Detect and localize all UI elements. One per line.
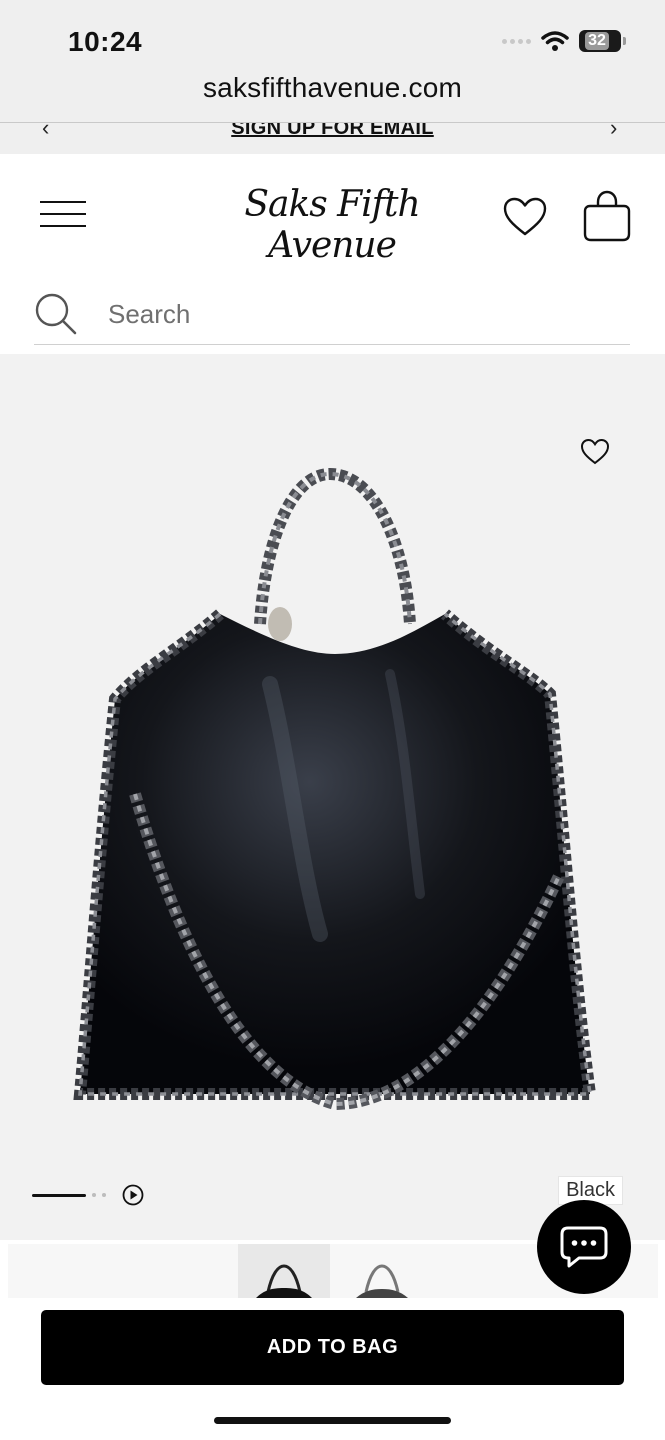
thumbnail-side[interactable]: [336, 1244, 428, 1298]
product-image-gallery[interactable]: Black: [0, 354, 665, 1240]
site-header: Saks Fifth Avenue: [0, 154, 665, 354]
search-input[interactable]: [106, 298, 610, 331]
menu-icon[interactable]: [40, 199, 86, 229]
address-bar[interactable]: saksfifthavenue.com: [0, 72, 665, 104]
search-icon: [35, 293, 77, 335]
chat-bubble-icon: [560, 1226, 608, 1268]
cellular-signal-icon: [502, 38, 531, 44]
thumbnail-front[interactable]: [238, 1244, 330, 1298]
shopping-bag-icon[interactable]: [583, 190, 631, 242]
chat-button[interactable]: [537, 1200, 631, 1294]
carousel-indicator[interactable]: [32, 1184, 144, 1206]
wifi-icon: [541, 31, 569, 51]
thumbnail-bag-image: [256, 1264, 312, 1298]
product-image: [73, 467, 597, 1111]
play-video-icon[interactable]: [122, 1184, 144, 1206]
bottom-action-bar: ADD TO BAG: [0, 1298, 665, 1440]
battery-level: 32: [585, 32, 609, 50]
search-bar[interactable]: [34, 290, 630, 345]
add-to-bag-button[interactable]: ADD TO BAG: [41, 1310, 624, 1385]
status-time: 10:24: [68, 26, 143, 57]
status-icons: 32: [502, 30, 626, 52]
promo-banner: ‹ SIGN UP FOR EMAIL ›: [0, 122, 665, 155]
promo-next-arrow[interactable]: ›: [610, 123, 617, 141]
thumbnail-bag-image: [356, 1264, 408, 1298]
wishlist-heart-icon[interactable]: [502, 196, 548, 238]
saks-logo[interactable]: Saks Fifth Avenue: [200, 184, 464, 266]
favorite-heart-icon[interactable]: [580, 438, 610, 466]
battery-icon: 32: [579, 30, 626, 52]
home-indicator[interactable]: [214, 1417, 451, 1424]
browser-chrome: 10:24 32 saksfifthavenue.com: [0, 0, 665, 122]
sign-up-email-link[interactable]: SIGN UP FOR EMAIL: [0, 123, 665, 140]
